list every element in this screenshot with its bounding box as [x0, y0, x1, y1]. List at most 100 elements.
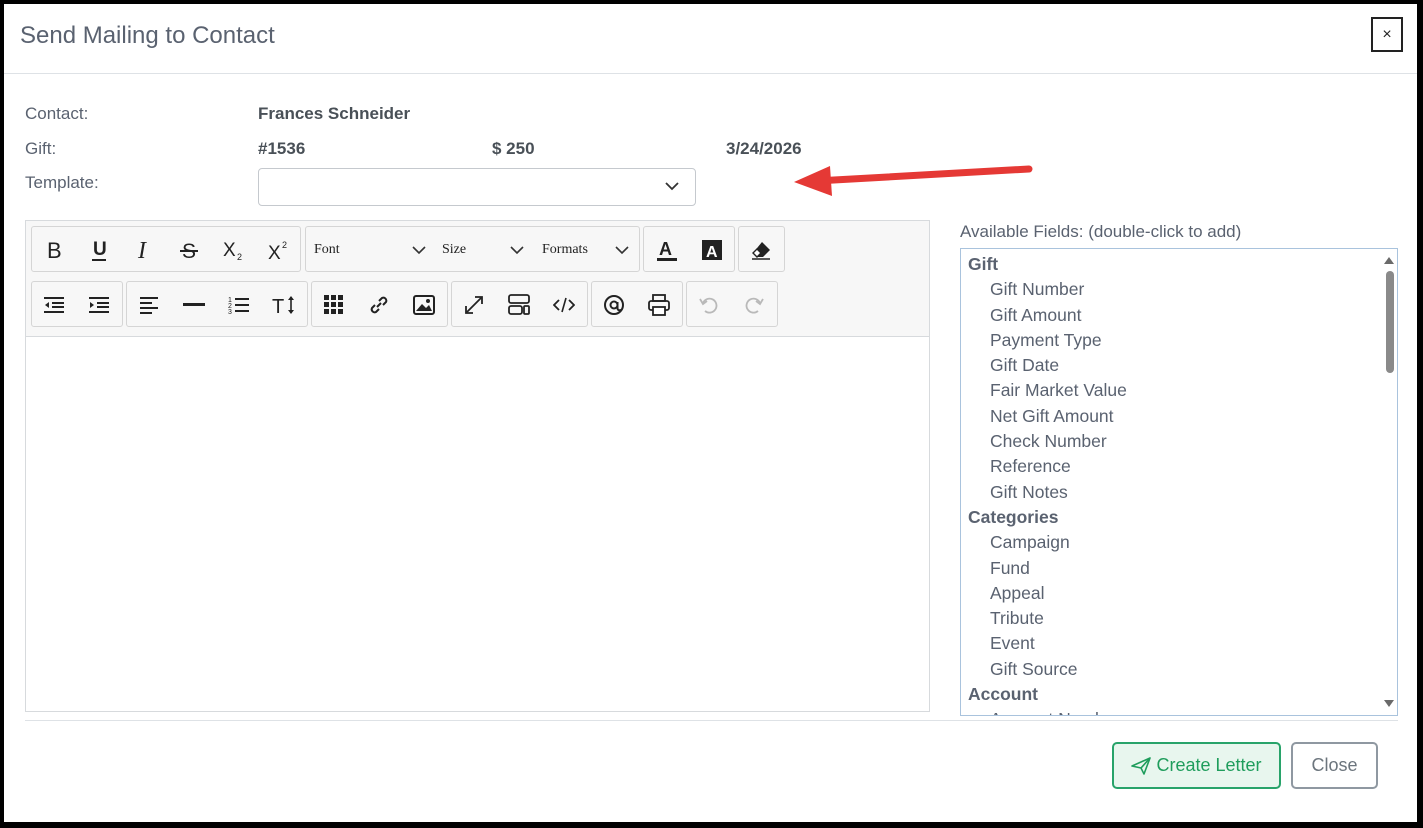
chevron-down-icon [412, 246, 426, 255]
undo-icon [699, 297, 718, 314]
line-height-button[interactable]: T [267, 288, 301, 322]
gift-label: Gift: [25, 139, 57, 158]
chevron-down-icon [665, 182, 679, 191]
underline-button[interactable]: U [82, 233, 116, 267]
clear-formatting-button[interactable] [744, 233, 778, 267]
table-icon [324, 295, 343, 314]
chevron-down-icon [510, 246, 524, 255]
scroll-up-arrow-icon[interactable] [1384, 257, 1394, 264]
font-dropdown-label: Font [314, 242, 340, 257]
field-item[interactable]: Fund [961, 556, 1381, 581]
field-item[interactable]: Payment Type [961, 328, 1381, 353]
source-code-button[interactable] [547, 288, 581, 322]
field-item[interactable]: Reference [961, 454, 1381, 479]
italic-icon: I [137, 239, 147, 261]
horizontal-rule-button[interactable] [177, 288, 211, 322]
strikethrough-button[interactable]: S [172, 233, 206, 267]
svg-text:T: T [272, 296, 284, 316]
scroll-down-arrow-icon[interactable] [1384, 700, 1394, 707]
redo-button[interactable] [737, 288, 771, 322]
scrollbar-thumb[interactable] [1386, 271, 1394, 373]
svg-text:2: 2 [282, 240, 287, 250]
background-color-button[interactable]: A [695, 233, 729, 267]
bold-icon: B [47, 239, 62, 261]
layout-blocks-icon [508, 294, 530, 315]
svg-text:2: 2 [237, 252, 242, 262]
align-left-icon [140, 297, 158, 314]
outdent-button[interactable] [37, 288, 71, 322]
bold-button[interactable]: B [37, 233, 71, 267]
field-item[interactable]: Gift Number [961, 277, 1381, 302]
editor-content-area[interactable] [26, 338, 929, 712]
create-letter-label: Create Letter [1156, 755, 1262, 775]
close-button[interactable]: Close [1291, 742, 1378, 789]
fullscreen-button[interactable] [457, 288, 491, 322]
contact-name: Frances Schneider [258, 104, 411, 123]
template-block-button[interactable] [502, 288, 536, 322]
chevron-down-icon [615, 246, 629, 255]
field-item[interactable]: Gift Date [961, 353, 1381, 378]
superscript-button[interactable]: X2 [262, 233, 296, 267]
link-icon [370, 296, 388, 314]
image-button[interactable] [407, 288, 441, 322]
field-item[interactable]: Fair Market Value [961, 378, 1381, 403]
size-dropdown[interactable]: Size [442, 233, 537, 267]
dialog-header: Send Mailing to Contact × [4, 4, 1417, 74]
letter-editor: B U I S X2 X2 Font Size Formats A A 1 2 … [25, 220, 930, 712]
mention-icon [604, 295, 624, 315]
indent-icon [89, 297, 109, 313]
field-item[interactable]: Gift Source [961, 657, 1381, 682]
field-group-account: Account [968, 684, 1038, 705]
clear-format-group [738, 226, 785, 272]
svg-text:X: X [223, 240, 236, 261]
field-group-categories: Categories [968, 506, 1059, 527]
svg-text:U: U [93, 239, 107, 260]
fields-scrollbar[interactable] [1381, 249, 1397, 715]
ordered-list-button[interactable]: 123 [222, 288, 256, 322]
superscript-icon: X2 [268, 240, 287, 262]
send-icon [1131, 756, 1152, 775]
field-item[interactable]: Account Number [961, 707, 1381, 715]
dialog-title: Send Mailing to Contact [20, 22, 275, 49]
field-item[interactable]: Appeal [961, 581, 1381, 606]
eraser-icon [752, 242, 770, 260]
svg-text:A: A [706, 244, 718, 261]
line-height-icon: T [272, 296, 294, 316]
subscript-button[interactable]: X2 [217, 233, 251, 267]
expand-icon [465, 296, 483, 314]
available-fields-label: Available Fields: (double-click to add) [960, 222, 1242, 241]
field-item[interactable]: Campaign [961, 530, 1381, 555]
format-dropdown-group: Font Size Formats [305, 226, 640, 272]
undo-button[interactable] [692, 288, 726, 322]
print-button[interactable] [642, 288, 676, 322]
field-item[interactable]: Gift Amount [961, 303, 1381, 328]
align-button[interactable] [132, 288, 166, 322]
indent-button[interactable] [82, 288, 116, 322]
field-item[interactable]: Event [961, 631, 1381, 656]
template-select[interactable] [258, 168, 696, 206]
table-button[interactable] [317, 288, 351, 322]
formats-dropdown[interactable]: Formats [542, 233, 637, 267]
editor-toolbar: B U I S X2 X2 Font Size Formats A A 1 2 … [26, 221, 929, 337]
available-fields-list[interactable]: Gift Gift Number Gift Amount Payment Typ… [960, 248, 1398, 716]
text-color-button[interactable]: A [650, 233, 684, 267]
font-dropdown[interactable]: Font [314, 233, 434, 267]
field-group-gift: Gift [968, 254, 999, 274]
close-x-button[interactable]: × [1371, 17, 1403, 52]
svg-text:A: A [659, 239, 672, 259]
subscript-icon: X2 [223, 240, 242, 262]
field-item[interactable]: Tribute [961, 606, 1381, 631]
field-item[interactable]: Check Number [961, 429, 1381, 454]
color-group: A A [643, 226, 735, 272]
ordered-list-icon: 123 [228, 297, 249, 315]
mention-button[interactable] [597, 288, 631, 322]
field-item[interactable]: Net Gift Amount [961, 404, 1381, 429]
svg-text:X: X [268, 243, 281, 262]
field-item[interactable]: Gift Notes [961, 480, 1381, 505]
link-button[interactable] [362, 288, 396, 322]
italic-button[interactable]: I [127, 233, 161, 267]
contact-label: Contact: [25, 104, 89, 123]
footer-divider [25, 720, 1398, 721]
text-color-icon: A [657, 239, 677, 261]
create-letter-button[interactable]: Create Letter [1112, 742, 1281, 789]
